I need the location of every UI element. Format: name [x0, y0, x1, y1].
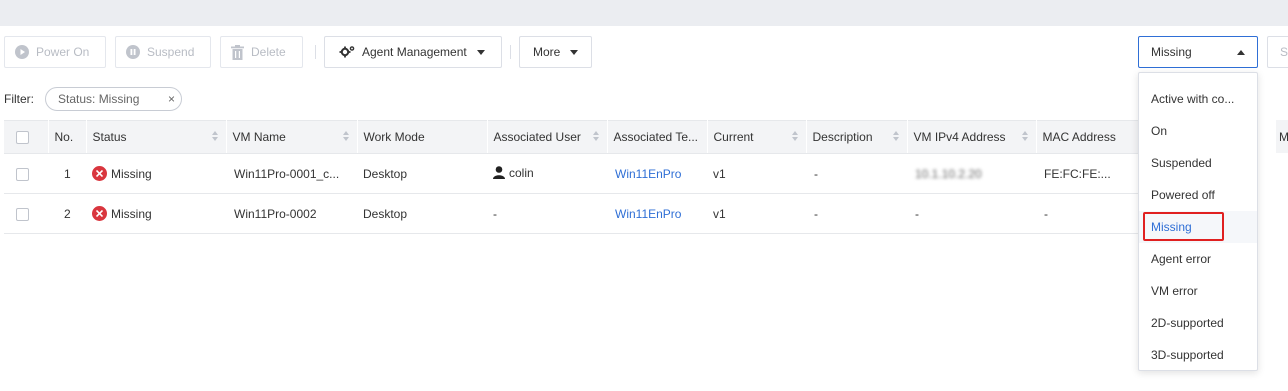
row-status: Missing — [86, 154, 226, 194]
filter-tag-label: Status: Missing — [58, 92, 140, 106]
row-description: - — [814, 206, 818, 221]
suspend-label: Suspend — [147, 45, 195, 59]
row-user: - — [493, 206, 497, 221]
row-checkbox[interactable] — [16, 207, 29, 221]
row-no: 1 — [64, 166, 71, 181]
chevron-down-icon — [476, 49, 485, 55]
col-mac: MAC Address — [1036, 120, 1141, 154]
col-description[interactable]: Description — [806, 120, 908, 154]
row-select-cell[interactable] — [4, 154, 48, 194]
row-select-cell[interactable] — [4, 194, 48, 234]
table-row[interactable]: 1 Missing Win11Pro-0001_c... Desktop col… — [4, 154, 1140, 194]
row-template-link[interactable]: Win11EnPro — [607, 154, 707, 194]
row-ipv4: - — [915, 206, 919, 221]
suspend-button[interactable]: Suspend — [115, 36, 211, 68]
dropdown-item-active[interactable]: Active with co... — [1139, 83, 1257, 115]
dropdown-item-agent-error[interactable]: Agent error — [1139, 243, 1257, 275]
dropdown-item-on[interactable]: On — [1139, 115, 1257, 147]
row-vm-name[interactable]: Win11Pro-0002 — [226, 194, 357, 234]
delete-button[interactable]: Delete — [220, 36, 303, 68]
truncated-column: M — [1276, 120, 1288, 235]
search-input[interactable]: S — [1267, 36, 1288, 68]
row-checkbox[interactable] — [16, 167, 29, 181]
divider — [315, 45, 316, 59]
row-description: - — [814, 166, 818, 181]
chevron-down-icon — [570, 49, 579, 55]
col-work-mode: Work Mode — [357, 120, 488, 154]
power-on-label: Power On — [36, 45, 90, 59]
sort-icon[interactable] — [211, 131, 218, 141]
row-user: colin — [487, 154, 607, 194]
sort-icon[interactable] — [1021, 131, 1028, 141]
filter-label: Filter: — [4, 92, 34, 106]
power-on-button[interactable]: Power On — [4, 36, 106, 68]
row-work-mode: Desktop — [363, 206, 408, 221]
sort-icon[interactable] — [592, 131, 599, 141]
filter-tag: Status: Missing × — [45, 87, 182, 111]
row-vm-name[interactable]: Win11Pro-0001_c... — [226, 154, 357, 194]
col-ipv4[interactable]: VM IPv4 Address — [907, 120, 1037, 154]
trash-icon — [231, 44, 244, 60]
more-button[interactable]: More — [519, 36, 592, 68]
row-template-link[interactable]: Win11EnPro — [607, 194, 707, 234]
close-icon[interactable]: × — [168, 92, 175, 106]
top-bar — [0, 0, 1288, 26]
row-ipv4: 10.1.10.2.20 — [915, 166, 982, 181]
error-icon — [92, 166, 107, 181]
dropdown-item-powered-off[interactable]: Powered off — [1139, 179, 1257, 211]
more-label: More — [533, 45, 561, 59]
row-mac: FE:FC:FE:... — [1044, 166, 1111, 181]
vm-table: No. Status VM Name Work Mode Associated … — [4, 120, 1141, 234]
truncated-column-header: M — [1276, 120, 1288, 153]
gears-icon — [339, 45, 355, 59]
user-icon — [493, 165, 505, 182]
row-current: v1 — [713, 166, 726, 181]
row-current: v1 — [713, 206, 726, 221]
col-no: No. — [48, 120, 87, 154]
sort-icon[interactable] — [342, 131, 349, 141]
table-header: No. Status VM Name Work Mode Associated … — [4, 120, 1141, 154]
dropdown-item-2d-supported[interactable]: 2D-supported — [1139, 307, 1257, 339]
row-no: 2 — [64, 206, 71, 221]
dropdown-item-vm-error[interactable]: VM error — [1139, 275, 1257, 307]
delete-label: Delete — [251, 45, 286, 59]
status-filter-select[interactable]: Missing — [1138, 36, 1258, 68]
table-row[interactable]: 2 Missing Win11Pro-0002 Desktop - Win11E… — [4, 194, 1140, 234]
highlight-box — [1143, 212, 1224, 241]
dropdown-item-suspended[interactable]: Suspended — [1139, 147, 1257, 179]
select-all-checkbox[interactable] — [16, 131, 29, 145]
col-associated-user[interactable]: Associated User — [487, 120, 608, 154]
row-mac: - — [1044, 206, 1048, 221]
col-vm-name[interactable]: VM Name — [226, 120, 358, 154]
toolbar: Power On Suspend Delete Agent Management… — [0, 36, 1288, 68]
divider — [510, 45, 511, 59]
play-icon — [15, 45, 29, 59]
pause-icon — [126, 45, 140, 59]
col-current[interactable]: Current — [707, 120, 807, 154]
select-all-cell[interactable] — [4, 120, 49, 154]
sort-icon[interactable] — [892, 131, 899, 141]
row-status: Missing — [86, 194, 226, 234]
search-placeholder: S — [1280, 45, 1288, 59]
sort-icon[interactable] — [791, 131, 798, 141]
chevron-up-icon — [1237, 49, 1245, 55]
error-icon — [92, 206, 107, 221]
agent-management-button[interactable]: Agent Management — [324, 36, 502, 68]
col-associated-template: Associated Te... — [607, 120, 708, 154]
agent-management-label: Agent Management — [362, 45, 467, 59]
dropdown-item-3d-supported[interactable]: 3D-supported — [1139, 339, 1257, 371]
row-work-mode: Desktop — [363, 166, 408, 181]
status-filter-value: Missing — [1151, 45, 1192, 59]
col-status[interactable]: Status — [86, 120, 227, 154]
